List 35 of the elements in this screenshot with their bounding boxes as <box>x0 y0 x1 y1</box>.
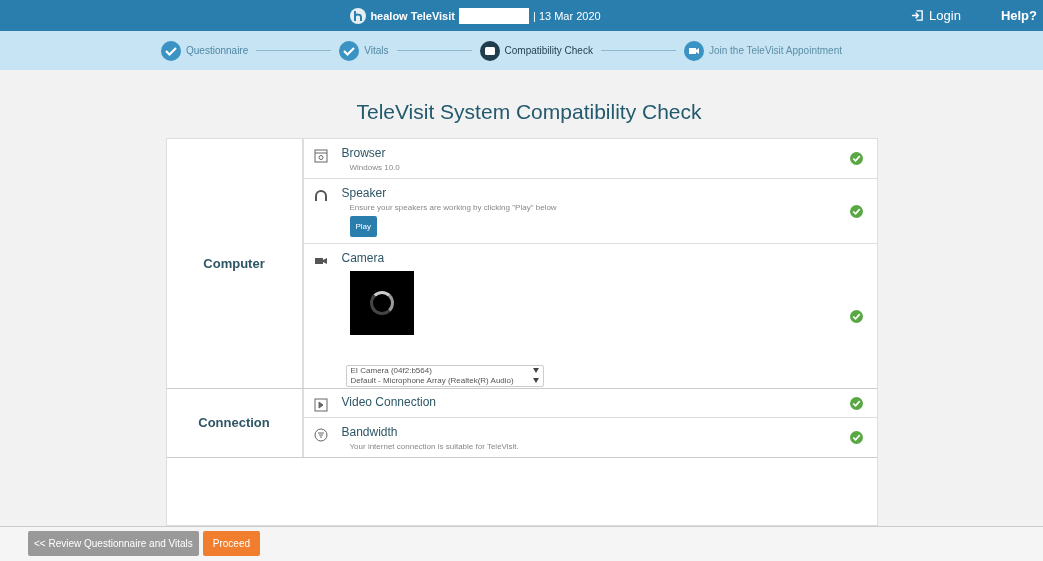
step: Questionnaire <box>161 40 249 61</box>
check-title: Browser <box>341 146 386 160</box>
login-icon <box>911 9 925 23</box>
group-label: Connection <box>166 389 304 457</box>
visit-date: | 13 Mar 2020 <box>532 9 601 22</box>
page-title: TeleVisit System Compatibility Check <box>356 100 702 124</box>
check-title: Speaker <box>341 186 387 200</box>
microphone-select[interactable]: Default - Microphone Array (Realtek(R) Audio) <box>346 376 543 386</box>
check-title: Video Connection <box>341 395 437 409</box>
check-title: Bandwidth <box>341 425 398 439</box>
step: Join the TeleVisit Appointment <box>683 40 842 61</box>
step-icon <box>683 40 704 61</box>
check-title: Camera <box>341 251 385 265</box>
step: Compatibility Check <box>479 40 593 61</box>
back-button[interactable]: << Review Questionnaire and Vitals <box>28 531 199 557</box>
check-detail: Your internet connection is suitable for TeleVisit. <box>349 442 519 451</box>
step-icon <box>161 40 181 61</box>
proceed-button[interactable]: Proceed <box>202 531 261 557</box>
play-button[interactable]: Play <box>349 216 378 237</box>
check-detail: Ensure your speakers are working by clicking "Play" below <box>349 203 557 212</box>
camera-select[interactable]: EI Camera (04f2:b564) <box>346 366 543 376</box>
browser-window-icon <box>313 149 328 163</box>
loading-spinner-icon <box>369 291 394 315</box>
step-icon <box>479 40 500 61</box>
step: Vitals <box>339 40 389 61</box>
step-icon <box>339 40 360 61</box>
help-link[interactable]: Help? <box>1000 8 1037 24</box>
redaction-block <box>458 7 529 24</box>
login-link[interactable]: Login <box>911 8 961 24</box>
brand-name: healow TeleVisit <box>370 9 455 22</box>
headphones-icon <box>313 189 328 203</box>
check-detail: Windows 10.0 <box>349 163 400 172</box>
logo-icon <box>350 7 367 24</box>
group-label: Computer <box>166 139 304 388</box>
video-screen-icon <box>313 398 328 412</box>
